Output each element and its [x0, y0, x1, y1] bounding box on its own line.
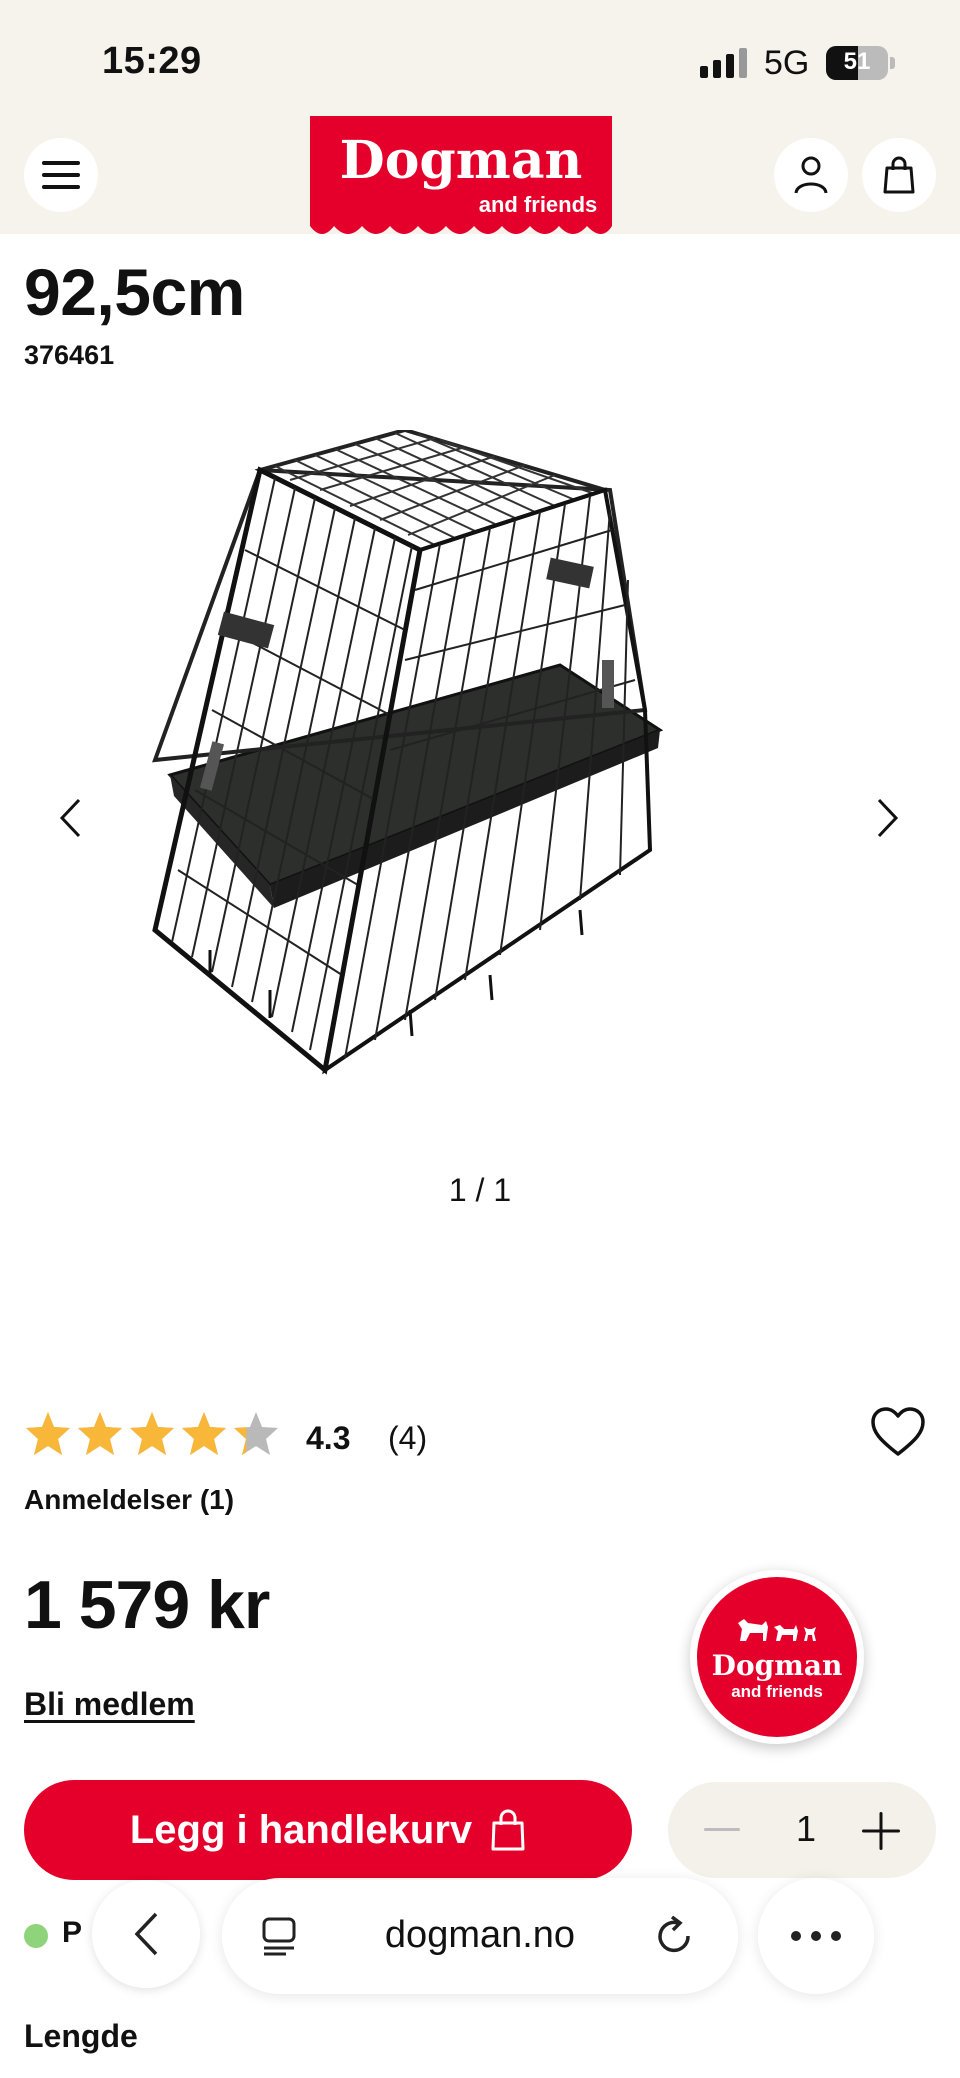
rating-value: 4.3	[306, 1420, 351, 1456]
battery-icon: 51	[826, 46, 888, 80]
battery-tip	[890, 57, 895, 69]
reload-icon	[658, 1915, 690, 1953]
add-to-cart-button[interactable]: Legg i handlekurv	[24, 1780, 632, 1880]
wishlist-button[interactable]	[870, 1406, 926, 1462]
become-member-link[interactable]: Bli medlem	[24, 1686, 195, 1723]
logo-brand-text: Dogman	[340, 130, 583, 191]
logo-shape: Dogman and friends	[310, 116, 612, 234]
reviews-link[interactable]: Anmeldelser (1)	[24, 1484, 234, 1516]
battery-level: 51	[843, 48, 871, 75]
gallery-counter: 1 / 1	[448, 1172, 512, 1208]
star-icon	[182, 1412, 226, 1455]
chevron-left-icon	[59, 798, 81, 838]
user-icon	[794, 156, 828, 194]
signal-icon	[700, 48, 747, 78]
chevron-right-icon	[877, 798, 899, 838]
browser-back-button[interactable]	[92, 1880, 200, 1988]
dog-cat-icon	[738, 1618, 816, 1641]
star-icon	[130, 1412, 174, 1455]
gallery-prev-button[interactable]	[48, 788, 92, 848]
product-price: 1 579 kr	[24, 1567, 270, 1643]
rating-stars[interactable]	[24, 1410, 280, 1458]
more-dots-icon	[791, 1931, 841, 1941]
menu-button[interactable]	[24, 138, 98, 212]
logo-sub-text: and friends	[479, 192, 598, 217]
quantity-value[interactable]: 1	[786, 1808, 826, 1850]
badge-sub-text: and friends	[731, 1681, 823, 1701]
stock-status-text: P	[62, 1916, 83, 1949]
product-title: 92,5cm	[24, 255, 245, 329]
browser-more-button[interactable]	[758, 1878, 874, 1994]
brand-logo[interactable]: Dogman and friends	[310, 116, 612, 246]
plus-icon	[862, 1812, 900, 1850]
gallery-next-button[interactable]	[866, 788, 910, 848]
badge-brand-text: Dogman	[711, 1648, 843, 1682]
product-sku: 376461	[24, 340, 115, 370]
quantity-stepper: 1	[668, 1782, 936, 1878]
decrease-quantity-button[interactable]	[702, 1812, 742, 1848]
chevron-left-icon	[134, 1912, 158, 1956]
star-icon	[234, 1412, 278, 1455]
minus-icon	[704, 1828, 740, 1831]
add-to-cart-label: Legg i handlekurv	[129, 1807, 473, 1852]
star-icon	[26, 1412, 70, 1455]
network-type: 5G	[764, 44, 810, 82]
browser-address-bar[interactable]: dogman.no	[222, 1878, 738, 1994]
product-gallery[interactable]: 1 / 1	[0, 400, 960, 1220]
hamburger-menu-icon	[42, 161, 80, 189]
dogman-badge-button[interactable]: Dogman and friends	[690, 1570, 864, 1744]
shopping-bag-icon	[883, 156, 915, 194]
badge-inner: Dogman and friends	[697, 1577, 857, 1737]
increase-quantity-button[interactable]	[860, 1810, 902, 1852]
attribute-length-label: Lengde	[24, 2018, 138, 2054]
dog-crate-image	[152, 430, 664, 1075]
heart-icon	[871, 1407, 925, 1456]
rating-count: (4)	[388, 1420, 428, 1456]
shopping-bag-icon	[491, 1809, 525, 1851]
account-button[interactable]	[774, 138, 848, 212]
cart-button[interactable]	[862, 138, 936, 212]
status-time: 15:29	[102, 40, 202, 82]
stock-status-dot	[24, 1924, 48, 1948]
star-icon	[78, 1412, 122, 1455]
